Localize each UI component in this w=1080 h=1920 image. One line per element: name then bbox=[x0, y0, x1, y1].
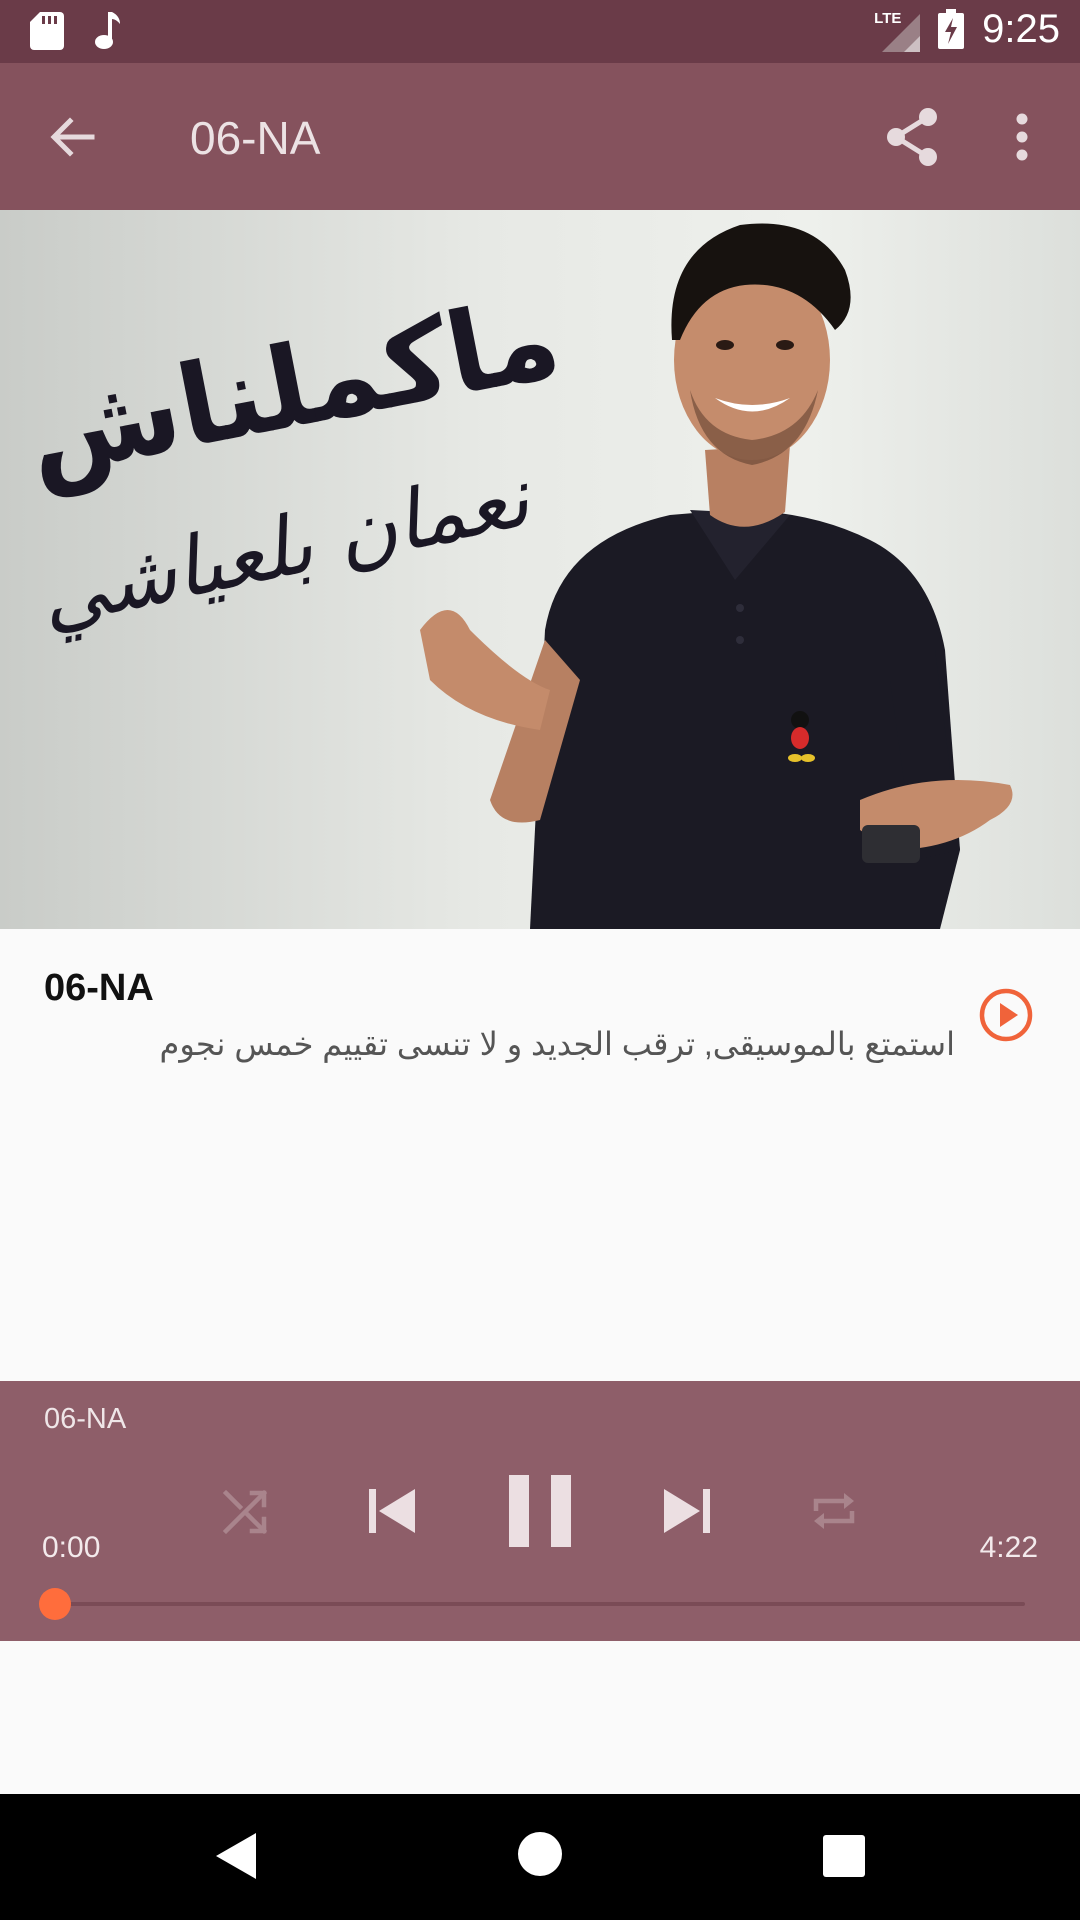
system-nav-bar bbox=[0, 1794, 1080, 1920]
music-note-icon bbox=[95, 12, 120, 49]
more-vert-icon[interactable] bbox=[1004, 107, 1040, 167]
empty-area bbox=[0, 1641, 1080, 1794]
seek-bar[interactable] bbox=[55, 1602, 1025, 1606]
now-playing-title: 06-NA bbox=[44, 1403, 127, 1435]
sd-card-icon bbox=[30, 12, 64, 50]
share-icon[interactable] bbox=[884, 107, 940, 167]
player-panel: 06-NA 0:00 4:22 bbox=[0, 1381, 1080, 1641]
skip-previous-icon[interactable] bbox=[365, 1483, 421, 1539]
music-player-screen: LTE 9:25 06-NA ماكملناش نعمان بلعياشي 06… bbox=[0, 0, 1080, 1920]
seek-thumb[interactable] bbox=[39, 1588, 71, 1620]
repeat-icon[interactable] bbox=[808, 1485, 860, 1537]
play-circle-icon[interactable] bbox=[978, 987, 1034, 1043]
track-title: 06-NA bbox=[44, 967, 154, 1009]
battery-charging-icon bbox=[938, 9, 965, 49]
album-art: ماكملناش نعمان بلعياشي bbox=[0, 210, 1080, 929]
app-bar: 06-NA bbox=[0, 63, 1080, 210]
nav-back-icon[interactable] bbox=[214, 1831, 258, 1881]
clock: 9:25 bbox=[982, 6, 1060, 51]
pause-icon[interactable] bbox=[505, 1471, 575, 1551]
skip-next-icon[interactable] bbox=[658, 1483, 714, 1539]
signal-icon: LTE bbox=[874, 6, 921, 52]
track-info: 06-NA استمتع بالموسيقى, ترقب الجديد و لا… bbox=[0, 929, 1080, 1381]
nav-home-icon[interactable] bbox=[518, 1832, 562, 1876]
track-description: استمتع بالموسيقى, ترقب الجديد و لا تنسى … bbox=[159, 1026, 955, 1062]
shuffle-icon[interactable] bbox=[220, 1487, 272, 1537]
back-arrow-icon[interactable] bbox=[44, 109, 100, 165]
page-title: 06-NA bbox=[190, 112, 321, 164]
total-time: 4:22 bbox=[979, 1531, 1038, 1564]
nav-recents-icon[interactable] bbox=[823, 1835, 865, 1877]
current-time: 0:00 bbox=[42, 1531, 101, 1564]
status-bar: LTE 9:25 bbox=[0, 0, 1080, 63]
